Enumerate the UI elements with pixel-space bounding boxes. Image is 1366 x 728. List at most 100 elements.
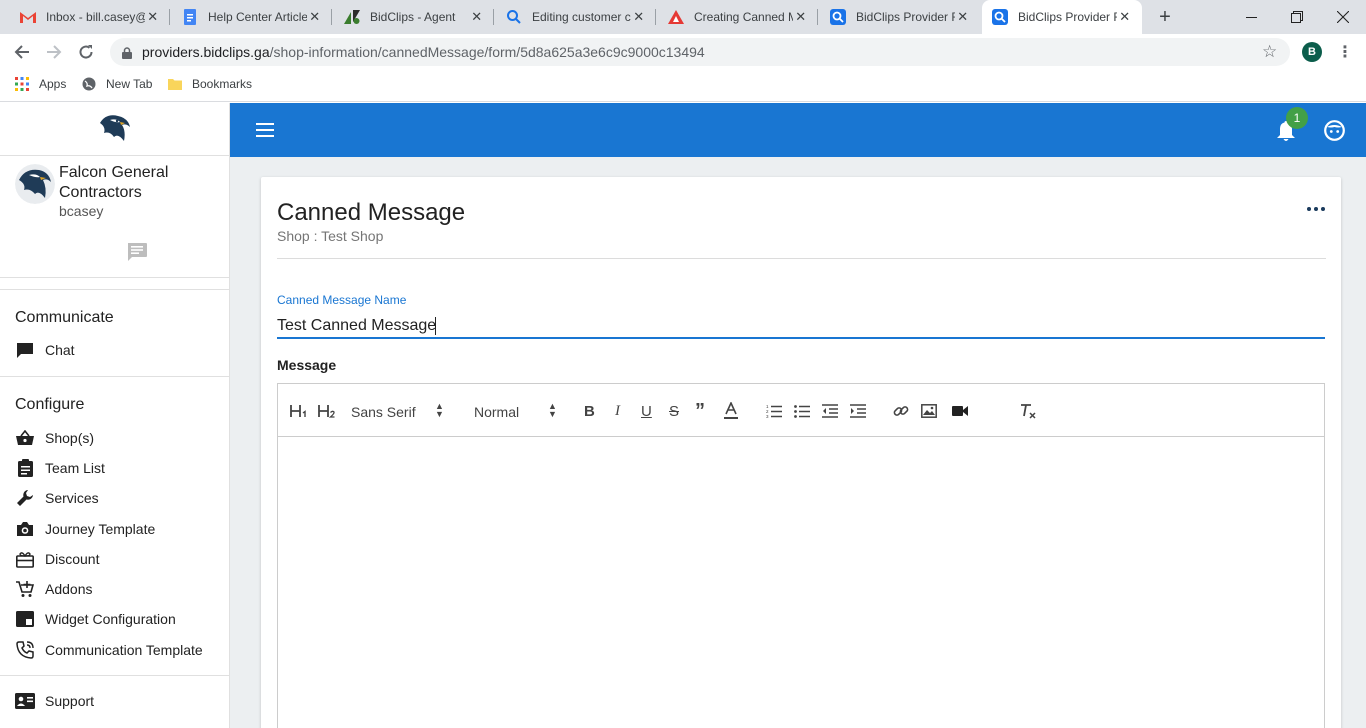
search-icon xyxy=(506,9,522,25)
editor-toolbar: Sans Serif ▲ ▼ Normal ▲ ▼ B I U S ” 123 xyxy=(278,384,1324,437)
tab-title: BidClips Provider F xyxy=(856,10,956,24)
gmail-icon xyxy=(20,9,36,25)
browser-tab-bidclips-provider-active[interactable]: BidClips Provider F ✕ xyxy=(982,0,1142,34)
browser-menu-icon[interactable]: ⋮ xyxy=(1337,42,1353,62)
underline-icon[interactable]: U xyxy=(641,401,652,421)
blockquote-icon[interactable]: ” xyxy=(695,400,705,422)
clipboard-icon xyxy=(15,458,35,478)
sidebar-item-label: Communication Template xyxy=(45,642,203,658)
font-size-select[interactable]: Normal ▲ ▼ xyxy=(474,401,560,421)
sidebar-item-label: Shop(s) xyxy=(45,430,95,446)
sidebar-item-discount[interactable]: Discount xyxy=(15,549,99,569)
main-content: Canned Message Shop : Test Shop Canned M… xyxy=(230,157,1366,728)
address-bar[interactable]: providers.bidclips.ga/shop-information/c… xyxy=(110,38,1290,66)
indent-icon[interactable] xyxy=(850,401,866,421)
contact-card-icon xyxy=(15,691,35,711)
text-color-icon[interactable] xyxy=(723,401,739,421)
video-icon[interactable] xyxy=(952,401,968,421)
sidebar-item-chat[interactable]: Chat xyxy=(15,340,75,360)
close-tab-icon[interactable]: ✕ xyxy=(1117,9,1132,25)
browser-tab-help-center[interactable]: Help Center Article ✕ xyxy=(172,0,332,34)
account-face-icon[interactable] xyxy=(1324,120,1345,141)
notification-badge[interactable]: 1 xyxy=(1286,107,1308,129)
url-host: providers.bidclips.ga xyxy=(142,44,270,60)
globe-icon xyxy=(82,77,96,91)
forward-arrow-icon[interactable] xyxy=(43,41,65,63)
tab-title: Help Center Article xyxy=(208,10,308,24)
minimize-button[interactable] xyxy=(1228,0,1274,34)
bookmark-new-tab[interactable]: New Tab xyxy=(82,77,152,91)
browser-tab-bidclips-agent[interactable]: BidClips - Agent ✕ xyxy=(334,0,494,34)
browser-tab-editing-customer[interactable]: Editing customer c ✕ xyxy=(496,0,656,34)
sidebar-item-support[interactable]: Support xyxy=(15,691,94,711)
close-tab-icon[interactable]: ✕ xyxy=(793,9,808,25)
sidebar-item-widget-configuration[interactable]: Widget Configuration xyxy=(15,609,176,629)
sidebar-item-team-list[interactable]: Team List xyxy=(15,458,105,478)
reload-icon[interactable] xyxy=(75,41,97,63)
url-path: /shop-information/cannedMessage/form/5d8… xyxy=(269,44,705,60)
clear-formatting-icon[interactable] xyxy=(1020,401,1037,421)
company-avatar[interactable] xyxy=(15,164,55,204)
text-caret xyxy=(435,317,436,335)
close-tab-icon[interactable]: ✕ xyxy=(307,9,322,25)
bidclips-icon xyxy=(992,9,1008,25)
ordered-list-icon[interactable]: 123 xyxy=(766,401,782,421)
sidebar-item-shops[interactable]: Shop(s) xyxy=(15,428,94,448)
sidebar-item-label: Services xyxy=(45,490,99,506)
bold-icon[interactable]: B xyxy=(584,401,595,421)
canned-message-name-label: Canned Message Name xyxy=(277,293,407,307)
menu-icon[interactable] xyxy=(256,123,274,137)
tab-title: Editing customer c xyxy=(532,10,631,24)
tab-title: BidClips - Agent xyxy=(370,10,456,24)
heading-2-icon[interactable] xyxy=(318,401,336,421)
close-tab-icon[interactable]: ✕ xyxy=(145,9,160,25)
profile-avatar[interactable]: B xyxy=(1302,42,1322,62)
browser-tab-creating-canned[interactable]: Creating Canned M ✕ xyxy=(658,0,818,34)
browser-tab-bidclips-provider[interactable]: BidClips Provider F ✕ xyxy=(820,0,980,34)
sidebar-item-label: Team List xyxy=(45,460,105,476)
sidebar-item-journey-template[interactable]: Journey Template xyxy=(15,519,155,539)
italic-icon[interactable]: I xyxy=(615,401,620,421)
select-arrows-icon: ▲ ▼ xyxy=(435,401,444,419)
app-logo[interactable] xyxy=(0,103,229,156)
sidebar-item-services[interactable]: Services xyxy=(15,488,99,508)
close-window-button[interactable] xyxy=(1320,0,1366,34)
message-editor-body[interactable] xyxy=(278,438,1324,728)
bookmark-star-icon[interactable]: ☆ xyxy=(1262,42,1277,62)
select-arrows-icon: ▲ ▼ xyxy=(548,401,557,419)
sidebar: Falcon General Contractors bcasey Commun… xyxy=(0,103,230,728)
outdent-icon[interactable] xyxy=(822,401,838,421)
sidebar-item-addons[interactable]: Addons xyxy=(15,579,92,599)
apps-grid-icon xyxy=(15,77,29,91)
close-tab-icon[interactable]: ✕ xyxy=(469,9,484,25)
bookmark-folder[interactable]: Bookmarks xyxy=(168,77,252,91)
sidebar-item-communication-template[interactable]: Communication Template xyxy=(15,640,203,660)
back-arrow-icon[interactable] xyxy=(11,41,33,63)
bullet-list-icon[interactable] xyxy=(794,401,810,421)
strikethrough-icon[interactable]: S xyxy=(669,401,679,421)
svg-text:3: 3 xyxy=(766,414,769,418)
bookmark-label: Apps xyxy=(39,77,67,91)
link-icon[interactable] xyxy=(893,401,909,421)
bookmark-label: New Tab xyxy=(106,77,153,91)
new-tab-button[interactable]: + xyxy=(1154,6,1176,29)
chat-bubble-icon[interactable] xyxy=(126,242,148,262)
browser-tab-gmail[interactable]: Inbox - bill.casey@ ✕ xyxy=(10,0,170,34)
close-tab-icon[interactable]: ✕ xyxy=(631,9,646,25)
tab-title: Inbox - bill.casey@ xyxy=(46,10,146,24)
restore-button[interactable] xyxy=(1274,0,1320,34)
heading-1-icon[interactable] xyxy=(290,401,308,421)
sidebar-item-label: Chat xyxy=(45,342,75,358)
more-options-icon[interactable] xyxy=(1307,207,1325,213)
close-tab-icon[interactable]: ✕ xyxy=(955,9,970,25)
image-icon[interactable] xyxy=(921,401,937,421)
font-family-select[interactable]: Sans Serif ▲ ▼ xyxy=(351,401,447,421)
page-subtitle: Shop : Test Shop xyxy=(277,228,384,244)
folder-icon xyxy=(168,77,182,91)
font-family-value: Sans Serif xyxy=(351,404,416,420)
bookmark-label: Bookmarks xyxy=(192,77,253,91)
profile-block: Falcon General Contractors bcasey xyxy=(0,156,229,278)
wrench-icon xyxy=(15,488,35,508)
sidebar-item-label: Addons xyxy=(45,581,93,597)
bookmark-apps[interactable]: Apps xyxy=(15,77,66,91)
